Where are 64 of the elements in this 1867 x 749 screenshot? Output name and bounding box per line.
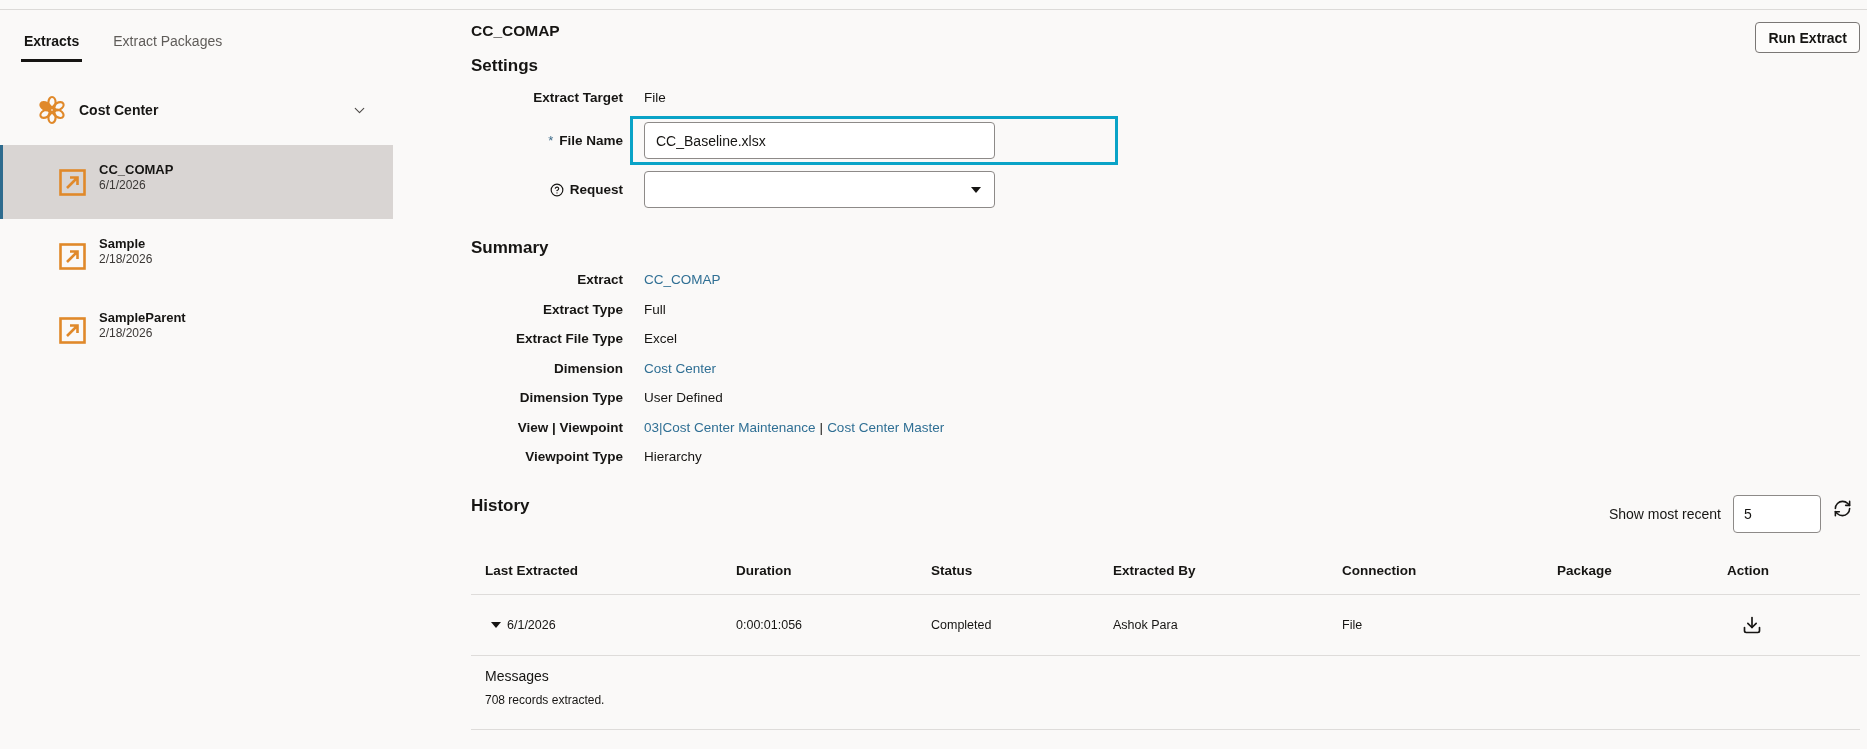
sidebar-item[interactable]: Sample 2/18/2026 (0, 219, 393, 293)
section-heading: Settings (471, 55, 539, 77)
item-date: 2/18/2026 (99, 251, 153, 267)
arrow-square-icon (59, 168, 86, 196)
sidebar-item[interactable]: CC_COMAP 6/1/2026 (0, 145, 393, 219)
column-header: Extracted By (1112, 561, 1196, 580)
field-label: Request (569, 180, 623, 199)
summary-label: Extract Type (542, 300, 623, 319)
flower-icon (37, 95, 67, 125)
table-cell-text: 0:00:01:056 (735, 617, 803, 634)
refresh-icon[interactable] (1833, 499, 1852, 518)
table-cell-text: 6/1/2026 (507, 617, 556, 634)
column-header: Package (1556, 561, 1612, 580)
column-header: Action (1726, 561, 1769, 580)
field-value: File (644, 89, 666, 107)
message-text: 708 records extracted. (485, 692, 605, 709)
summary-label: Viewpoint Type (525, 448, 623, 466)
expand-caret-icon[interactable] (491, 622, 501, 628)
summary-link[interactable]: Cost Center Master (827, 416, 945, 439)
group-label[interactable]: Cost Center (79, 100, 339, 120)
summary-value: | (819, 418, 824, 437)
table-cell-text: Ashok Para (1112, 617, 1178, 634)
file-name-input[interactable]: CC_Baseline.xlsx (644, 122, 995, 159)
summary-label: Extract (577, 271, 623, 289)
item-name: CC_COMAP (99, 161, 174, 178)
summary-link[interactable]: CC_COMAP (644, 269, 721, 291)
item-name: Sample (99, 235, 146, 252)
summary-value: Hierarchy (644, 448, 702, 466)
summary-label: Extract File Type (515, 330, 623, 348)
section-heading: Summary (471, 237, 549, 259)
run-extract-button[interactable]: Run Extract (1755, 22, 1860, 53)
page-title: CC_COMAP (471, 21, 560, 41)
summary-link[interactable]: Cost Center (644, 357, 717, 380)
column-header: Connection (1341, 561, 1417, 580)
recent-count-input[interactable]: 5 (1733, 495, 1821, 533)
sidebar-tab[interactable]: Extracts (21, 10, 83, 62)
column-header: Status (930, 561, 973, 580)
arrow-square-icon (59, 316, 86, 344)
field-label: File Name (559, 131, 623, 150)
table-cell-text: File (1341, 617, 1363, 634)
column-header: Last Extracted (484, 561, 579, 580)
messages-label: Messages (485, 667, 549, 686)
arrow-square-icon (59, 242, 86, 270)
summary-value: User Defined (644, 389, 723, 407)
item-date: 2/18/2026 (99, 325, 153, 341)
section-heading: History (471, 495, 530, 517)
column-header: Duration (735, 561, 792, 580)
sidebar-item[interactable]: SampleParent 2/18/2026 (0, 293, 393, 367)
download-icon[interactable] (1742, 615, 1762, 635)
summary-link[interactable]: 03|Cost Center Maintenance (644, 416, 816, 439)
summary-label: Dimension Type (519, 389, 623, 407)
sidebar-tab[interactable]: Extract Packages (110, 10, 226, 62)
table-cell-text: Completed (930, 617, 992, 634)
item-date: 6/1/2026 (99, 177, 146, 193)
summary-value: Full (644, 300, 666, 319)
summary-value: Excel (644, 330, 677, 348)
recent-count-label: Show most recent (1608, 505, 1721, 524)
summary-label: Dimension (554, 359, 623, 378)
field-label: Extract Target (533, 89, 623, 107)
summary-label: View | Viewpoint (517, 418, 623, 437)
required-mark: * (548, 131, 554, 150)
help-icon[interactable] (549, 182, 564, 197)
item-name: SampleParent (99, 309, 186, 326)
dropdown-caret-icon[interactable] (971, 186, 981, 193)
